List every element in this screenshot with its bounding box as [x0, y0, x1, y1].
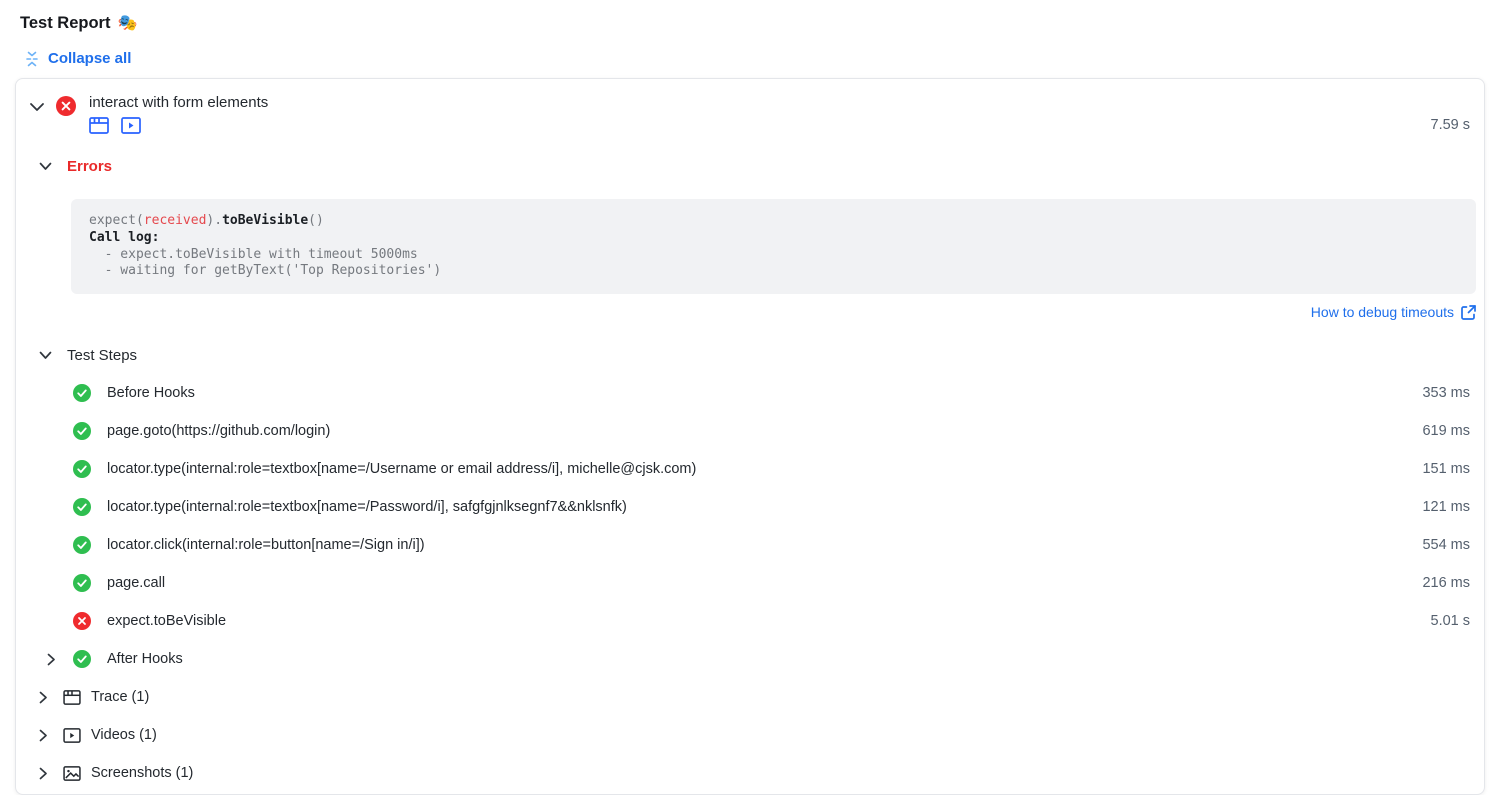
test-step-row[interactable]: locator.type(internal:role=textbox[name=… [16, 488, 1484, 526]
test-step-row[interactable]: page.call 216 ms [16, 564, 1484, 602]
debug-timeouts-link[interactable]: How to debug timeouts [1311, 304, 1476, 320]
test-attachment-links [89, 117, 1431, 134]
image-icon [63, 766, 81, 781]
success-icon [73, 384, 91, 402]
test-step-row[interactable]: locator.click(internal:role=button[name=… [16, 526, 1484, 564]
test-header[interactable]: interact with form elements 7.59 s [16, 79, 1484, 134]
success-icon [73, 498, 91, 516]
error-code-line: - expect.toBeVisible with timeout 5000ms [89, 247, 1458, 264]
chevron-right-icon[interactable] [39, 729, 63, 742]
trace-icon [63, 690, 81, 705]
step-label: expect.toBeVisible [107, 613, 1431, 629]
test-step-row[interactable]: Before Hooks 353 ms [16, 374, 1484, 412]
page-title: Test Report 🎭 [20, 13, 1480, 33]
attachment-label: Videos (1) [91, 727, 157, 743]
test-step-row[interactable]: After Hooks [16, 640, 1484, 678]
attachment-row[interactable]: Trace (1) [16, 678, 1484, 716]
step-label: page.goto(https://github.com/login) [107, 423, 1422, 439]
test-steps-list: Before Hooks 353 ms page.goto(https://gi… [16, 374, 1484, 678]
step-label: locator.type(internal:role=textbox[name=… [107, 461, 1422, 477]
report-header: Test Report 🎭 Collapse all [0, 0, 1500, 67]
chevron-right-icon [39, 691, 48, 704]
test-steps-section-header[interactable]: Test Steps [16, 347, 1484, 364]
attachment-label: Trace (1) [91, 689, 149, 705]
step-duration: 353 ms [1422, 385, 1470, 401]
step-duration: 121 ms [1422, 499, 1470, 515]
trace-icon[interactable] [89, 117, 109, 134]
chevron-down-icon[interactable] [29, 99, 47, 117]
test-step-row[interactable]: expect.toBeVisible 5.01 s [16, 602, 1484, 640]
step-label: After Hooks [107, 651, 1470, 667]
attachment-label: Screenshots (1) [91, 765, 193, 781]
video-icon[interactable] [121, 117, 141, 134]
success-icon [73, 536, 91, 554]
step-duration: 619 ms [1422, 423, 1470, 439]
step-duration: 5.01 s [1431, 613, 1471, 629]
success-icon [73, 422, 91, 440]
debug-timeouts-label: How to debug timeouts [1311, 304, 1454, 320]
error-code-line: - waiting for getByText('Top Repositorie… [89, 263, 1458, 280]
step-duration: 216 ms [1422, 575, 1470, 591]
errors-label: Errors [67, 158, 112, 175]
debug-row: How to debug timeouts [16, 304, 1484, 322]
test-report-page: Test Report 🎭 Collapse all [0, 0, 1500, 790]
error-icon [73, 612, 91, 630]
test-duration: 7.59 s [1431, 117, 1471, 133]
errors-section-header[interactable]: Errors [16, 158, 1484, 175]
step-label: locator.click(internal:role=button[name=… [107, 537, 1422, 553]
test-steps-label: Test Steps [67, 347, 137, 364]
success-icon [73, 650, 91, 668]
step-label: Before Hooks [107, 385, 1422, 401]
chevron-right-icon [47, 653, 56, 666]
error-code-line: expect(received).toBeVisible() [89, 213, 1458, 230]
test-title-block: interact with form elements [89, 93, 1431, 134]
chevron-right-icon[interactable] [47, 653, 73, 666]
success-icon [73, 460, 91, 478]
page-title-text: Test Report [20, 14, 110, 33]
collapse-all-button[interactable]: Collapse all [20, 50, 1480, 67]
chevron-right-icon[interactable] [39, 767, 63, 780]
external-link-icon [1461, 305, 1476, 320]
success-icon [73, 574, 91, 592]
chevron-right-icon [39, 767, 48, 780]
step-label: locator.type(internal:role=textbox[name=… [107, 499, 1422, 515]
theater-masks-emoji: 🎭 [117, 13, 137, 33]
error-code-block: expect(received).toBeVisible()Call log: … [71, 199, 1476, 294]
collapse-all-label: Collapse all [48, 50, 131, 67]
collapse-all-icon [24, 51, 40, 67]
attachments-list: Trace (1) Videos (1) Screenshots (1) [16, 678, 1484, 792]
attachment-row[interactable]: Videos (1) [16, 716, 1484, 754]
step-duration: 554 ms [1422, 537, 1470, 553]
step-duration: 151 ms [1422, 461, 1470, 477]
chevron-right-icon [39, 729, 48, 742]
chevron-down-icon [39, 351, 52, 360]
chevron-down-icon [39, 162, 52, 171]
error-code-line: Call log: [89, 230, 1458, 247]
test-result-card: interact with form elements 7.59 s Error… [15, 78, 1485, 795]
error-icon [56, 96, 76, 116]
video-icon [63, 728, 81, 743]
test-title: interact with form elements [89, 93, 1431, 113]
test-step-row[interactable]: page.goto(https://github.com/login) 619 … [16, 412, 1484, 450]
test-step-row[interactable]: locator.type(internal:role=textbox[name=… [16, 450, 1484, 488]
chevron-right-icon[interactable] [39, 691, 63, 704]
step-label: page.call [107, 575, 1422, 591]
attachment-row[interactable]: Screenshots (1) [16, 754, 1484, 792]
